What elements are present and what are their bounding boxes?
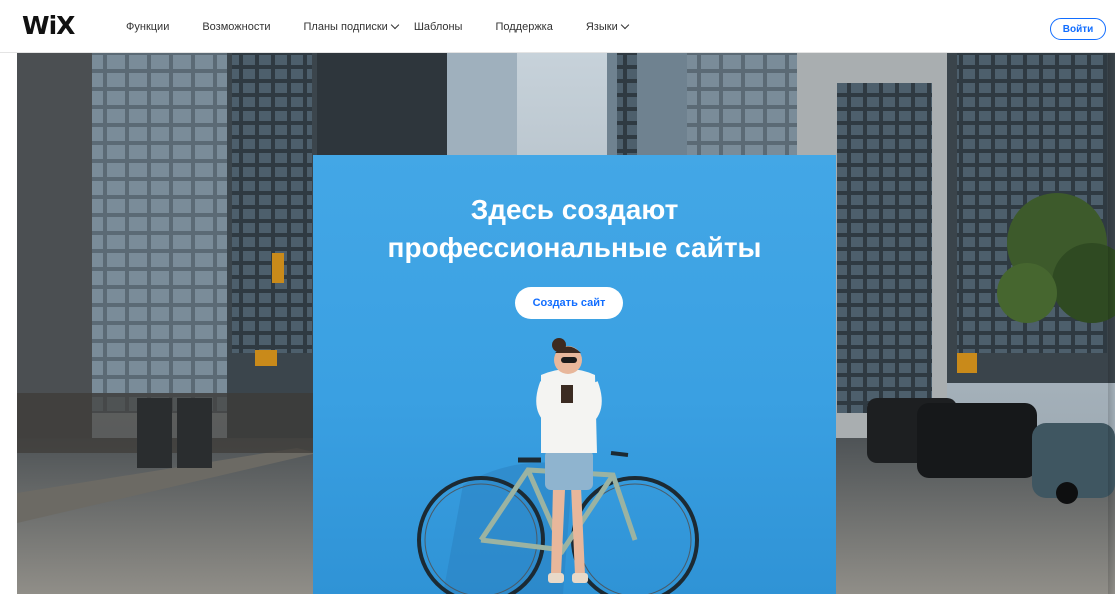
- nav-item-label: Языки: [585, 20, 618, 33]
- hero-card: Здесь создают профессиональные сайты Соз…: [313, 155, 836, 594]
- top-navigation-bar: WiX Функции Возможности Планы подписки Ш…: [0, 0, 1115, 53]
- wix-homepage: WiX Функции Возможности Планы подписки Ш…: [0, 0, 1115, 594]
- main-menu: Функции Возможности Планы подписки Шабло…: [126, 0, 661, 53]
- nav-item-label: Функции: [126, 20, 170, 33]
- nav-item-plans[interactable]: Планы подписки: [303, 20, 400, 33]
- nav-item-templates[interactable]: Шаблоны: [414, 21, 463, 33]
- nav-item-label: Возможности: [202, 20, 271, 33]
- nav-item-label: Планы подписки: [303, 20, 388, 33]
- login-button[interactable]: Войти: [1050, 18, 1106, 40]
- chevron-down-icon: [390, 20, 400, 30]
- nav-item-label: Поддержка: [495, 20, 553, 33]
- wix-logo[interactable]: WiX: [22, 13, 75, 39]
- nav-item-functions[interactable]: Функции: [126, 21, 169, 33]
- window-edge-shadow: [1108, 53, 1115, 594]
- nav-item-languages[interactable]: Языки: [585, 20, 629, 33]
- nav-item-support[interactable]: Поддержка: [495, 21, 552, 33]
- woman-with-bicycle-image: [417, 338, 699, 594]
- chevron-down-icon: [620, 20, 629, 30]
- hero-section: Здесь создают профессиональные сайты Соз…: [17, 53, 1115, 594]
- nav-item-features[interactable]: Возможности: [202, 21, 270, 33]
- nav-item-label: Шаблоны: [413, 20, 463, 33]
